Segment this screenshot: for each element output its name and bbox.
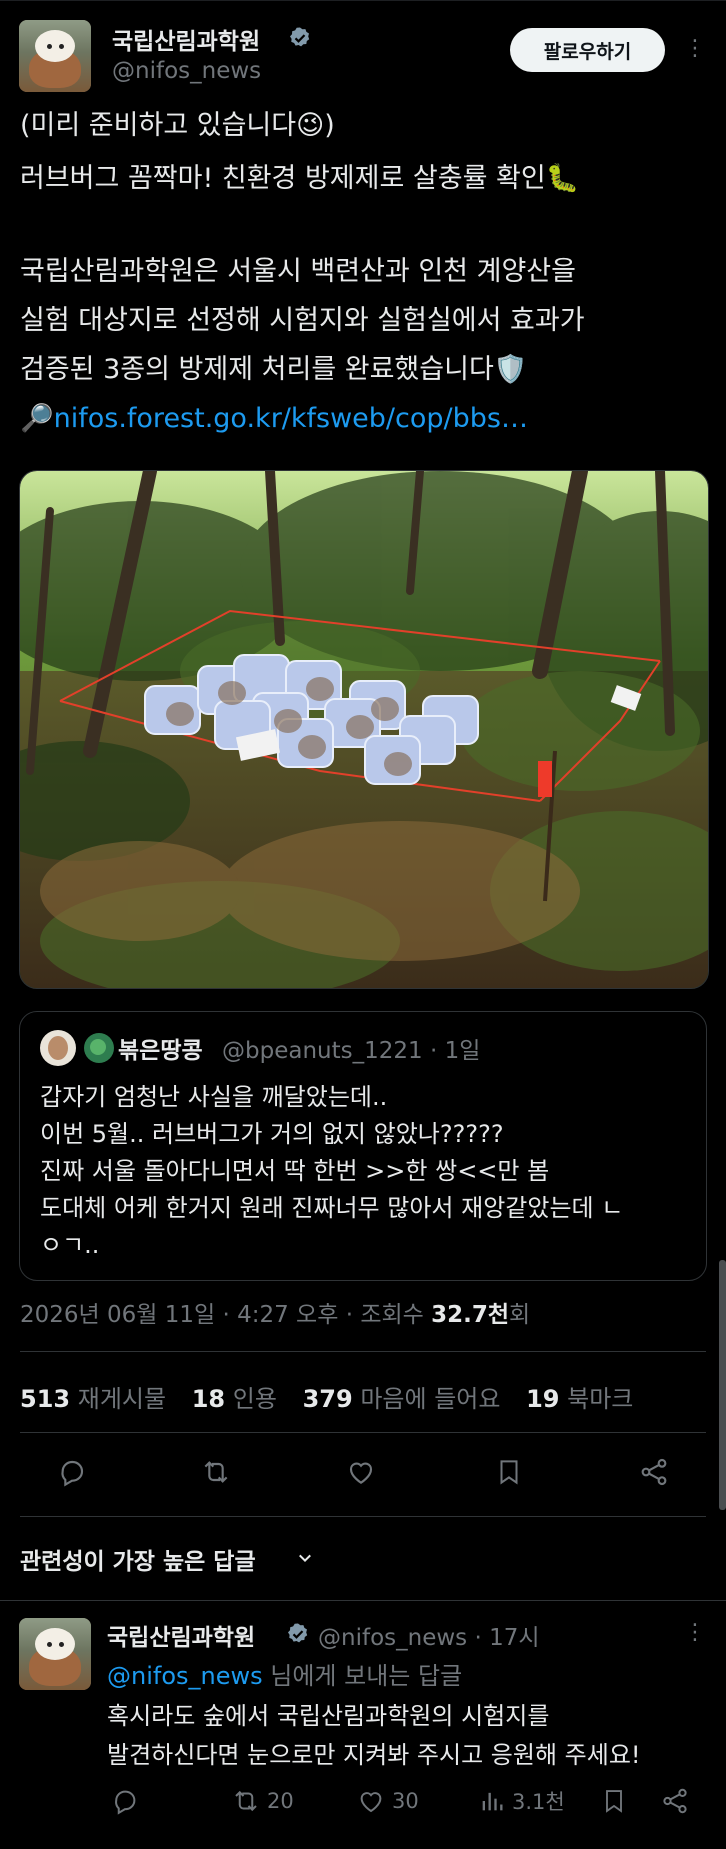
reply-text-line: 혹시라도 숲에서 국립산림과학원의 시험지를 bbox=[107, 1702, 550, 1730]
divider bbox=[20, 1516, 706, 1517]
quoted-text-line: 이번 5월.. 러브버그가 거의 없지 않았나????? bbox=[40, 1120, 504, 1148]
divider bbox=[0, 1600, 726, 1601]
divider bbox=[20, 1432, 706, 1433]
quoted-avatar[interactable] bbox=[40, 1030, 76, 1066]
quotes-label[interactable]: 인용 bbox=[233, 1385, 277, 1413]
reposts-count[interactable]: 513 bbox=[20, 1385, 70, 1413]
quoted-text-line: 도대체 어케 한거지 원래 진짜너무 많아서 재앙같았는데 ㄴ bbox=[40, 1194, 624, 1222]
quoted-post[interactable]: 볶은땅콩 @bpeanuts_1221 · 1일 갑자기 엄청난 사실을 깨달았… bbox=[19, 1011, 707, 1281]
post-text-line: 실험 대상지로 선정해 시험지와 실험실에서 효과가 bbox=[20, 305, 585, 336]
share-icon bbox=[663, 1788, 687, 1814]
more-icon[interactable]: ⋮ bbox=[680, 34, 710, 64]
reply-share-button[interactable] bbox=[660, 1786, 690, 1816]
reply-author-name[interactable]: 국립산림과학원 bbox=[107, 1618, 255, 1652]
bookmarks-count[interactable]: 19 bbox=[526, 1385, 559, 1413]
reply-to-suffix: 님에게 보내는 답글 bbox=[262, 1662, 463, 1690]
reply-repost-button[interactable]: 20 bbox=[231, 1786, 294, 1816]
reply-icon bbox=[61, 1460, 84, 1487]
reply-to-handle[interactable]: @nifos_news bbox=[107, 1662, 263, 1690]
globe-emoji bbox=[84, 1033, 114, 1063]
post-text-line: 러브버그 꼼짝마! 친환경 방제제로 살충률 확인🐛 bbox=[20, 163, 580, 194]
like-icon bbox=[360, 1792, 382, 1813]
reply-reply-button[interactable] bbox=[110, 1786, 140, 1816]
post-text-line: 국립산림과학원은 서울시 백련산과 인천 계양산을 bbox=[20, 256, 576, 287]
reply-views-button[interactable]: 3.1천 bbox=[478, 1786, 565, 1816]
share-button[interactable] bbox=[634, 1452, 674, 1492]
like-button[interactable] bbox=[341, 1452, 381, 1492]
reply-bookmark-button[interactable] bbox=[600, 1786, 628, 1816]
reply-like-count: 30 bbox=[392, 1789, 419, 1813]
reply-like-button[interactable]: 30 bbox=[356, 1786, 419, 1816]
repost-button[interactable] bbox=[196, 1452, 236, 1492]
post-photo[interactable] bbox=[19, 470, 709, 989]
views-suffix: 회 bbox=[509, 1302, 531, 1328]
reply-icon bbox=[115, 1790, 136, 1815]
scrollbar[interactable] bbox=[719, 1260, 726, 1510]
quoted-author-name[interactable]: 볶은땅콩 bbox=[118, 1031, 203, 1065]
reposts-label[interactable]: 재게시물 bbox=[78, 1385, 166, 1413]
reply-button[interactable] bbox=[52, 1452, 92, 1492]
post-link-line[interactable]: 🔎nifos.forest.go.kr/kfsweb/cop/bbs… bbox=[20, 401, 528, 437]
reply-to-line: @nifos_news 님에게 보내는 답글 bbox=[107, 1656, 462, 1691]
verified-badge-icon bbox=[290, 27, 310, 47]
author-avatar[interactable] bbox=[19, 20, 91, 92]
views-label: 조회수 bbox=[360, 1302, 432, 1328]
quoted-text-line: 진짜 서울 돌아다니면서 딱 한번 >>한 쌍<<만 봄 bbox=[40, 1157, 550, 1185]
author-name[interactable]: 국립산림과학원 bbox=[112, 22, 260, 56]
quoted-text-line: ㅇㄱ.. bbox=[40, 1231, 100, 1259]
magnifier-emoji: 🔎 bbox=[20, 403, 54, 434]
views-count: 32.7천 bbox=[431, 1302, 510, 1328]
reply-text-line: 발견하신다면 눈으로만 지켜봐 주시고 응원해 주세요! bbox=[107, 1741, 641, 1769]
post-text-line: (미리 준비하고 있습니다😉) bbox=[20, 110, 335, 141]
replies-sort-label[interactable]: 관련성이 가장 높은 답글 bbox=[20, 1542, 256, 1576]
repost-icon bbox=[204, 1461, 228, 1483]
more-icon[interactable]: ⋮ bbox=[680, 1618, 710, 1648]
author-handle[interactable]: @nifos_news bbox=[112, 58, 261, 84]
post-link[interactable]: nifos.forest.go.kr/kfsweb/cop/bbs… bbox=[54, 403, 528, 434]
reply-author-avatar[interactable] bbox=[19, 1618, 91, 1690]
post-text-line: 검증된 3종의 방제제 처리를 완료했습니다🛡️ bbox=[20, 354, 528, 385]
reply-views-count: 3.1천 bbox=[512, 1790, 565, 1814]
bookmarks-label[interactable]: 북마크 bbox=[567, 1385, 633, 1413]
like-icon bbox=[349, 1462, 373, 1484]
verified-badge-icon bbox=[288, 1623, 308, 1643]
forest-photo bbox=[20, 471, 708, 988]
likes-count[interactable]: 379 bbox=[303, 1385, 353, 1413]
top-rule bbox=[0, 0, 726, 1]
post-meta: 2026년 06월 11일 · 4:27 오후 · 조회수 32.7천회 bbox=[20, 1295, 530, 1329]
likes-label[interactable]: 마음에 들어요 bbox=[360, 1385, 500, 1413]
chevron-down-icon[interactable] bbox=[296, 1549, 314, 1567]
bookmark-icon bbox=[606, 1790, 622, 1813]
views-icon bbox=[482, 1792, 503, 1811]
reply-handle-time[interactable]: @nifos_news · 17시 bbox=[318, 1618, 540, 1652]
post-timestamp[interactable]: 2026년 06월 11일 · 4:27 오후 · bbox=[20, 1302, 360, 1328]
quoted-handle-time: @bpeanuts_1221 · 1일 bbox=[222, 1038, 481, 1064]
divider bbox=[20, 1351, 706, 1352]
quotes-count[interactable]: 18 bbox=[192, 1385, 225, 1413]
follow-button[interactable]: 팔로우하기 bbox=[510, 28, 665, 72]
engagement-stats: 513 재게시물 18 인용 379 마음에 들어요 19 북마크 bbox=[20, 1379, 651, 1414]
reply-repost-count: 20 bbox=[267, 1789, 294, 1813]
bookmark-button[interactable] bbox=[489, 1452, 529, 1492]
quoted-text-line: 갑자기 엄청난 사실을 깨달았는데.. bbox=[40, 1083, 388, 1111]
share-icon bbox=[641, 1458, 667, 1486]
repost-icon bbox=[235, 1790, 257, 1812]
bookmark-icon bbox=[500, 1460, 518, 1485]
